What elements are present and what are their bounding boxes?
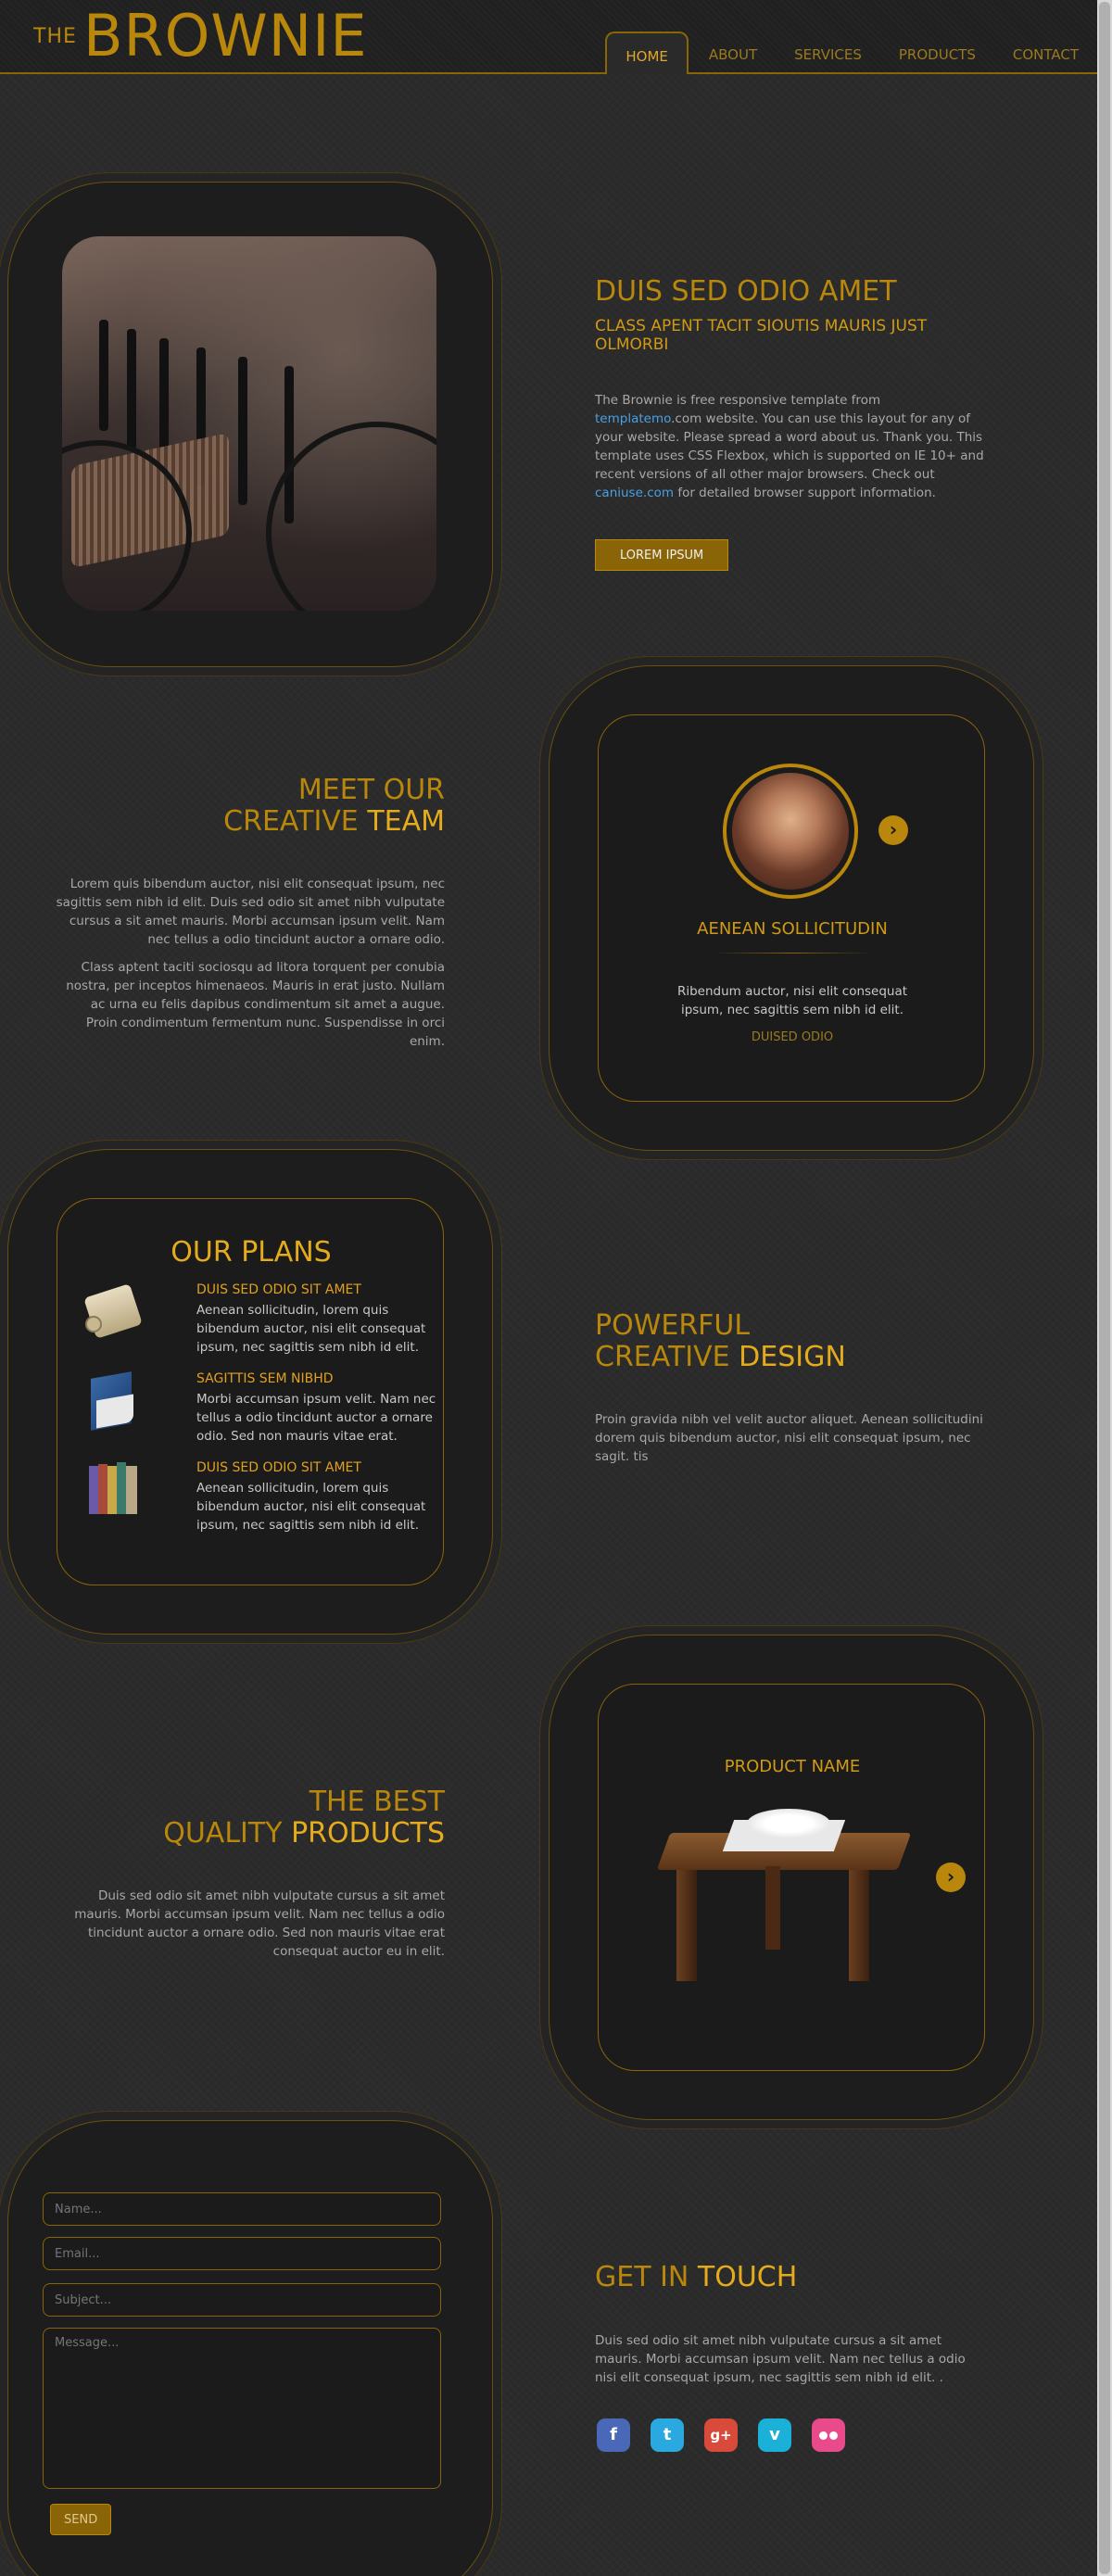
team-title-line-1: MEET OUR (297, 774, 445, 806)
contact-title: GET IN TOUCH (595, 2261, 797, 2293)
design-title-line-2a: CREATIVE (595, 1341, 739, 1373)
photo-frame (7, 182, 493, 667)
plan-title: DUIS SED ODIO SIT AMET (196, 1460, 361, 1475)
product-name: PRODUCT NAME (724, 1757, 861, 1776)
plan-item: DUIS SED ODIO SIT AMET Aenean sollicitud… (83, 1282, 437, 1366)
bicycle-photo (62, 236, 436, 611)
site-header: THE BROWNIE HOME ABOUT SERVICES PRODUCTS… (0, 0, 1097, 74)
team-title-line-2a: CREATIVE (223, 805, 368, 838)
contact-text: Duis sed odio sit amet nibh vulputate cu… (595, 2333, 966, 2385)
plan-title: DUIS SED ODIO SIT AMET (196, 1282, 361, 1297)
name-field[interactable] (43, 2192, 441, 2226)
plan-text: Aenean sollicitudin, lorem quis bibendum… (196, 1303, 426, 1355)
intro-subtitle: CLASS APENT TACIT SIOUTIS MAURIS JUST OL… (595, 317, 928, 354)
plans-card: OUR PLANS DUIS SED ODIO SIT AMET Aenean … (57, 1198, 444, 1585)
scroll-icon (83, 1282, 143, 1339)
page-scrollbar[interactable] (1097, 0, 1112, 2576)
plan-item: DUIS SED ODIO SIT AMET Aenean sollicitud… (85, 1460, 437, 1544)
google-plus-icon[interactable]: g+ (704, 2418, 738, 2452)
main-nav: HOME ABOUT SERVICES PRODUCTS CONTACT (605, 32, 1097, 74)
team-title: MEET OUR CREATIVE TEAM (74, 775, 445, 838)
templatemo-link[interactable]: templatemo (595, 411, 671, 426)
flickr-icon[interactable] (812, 2418, 845, 2452)
product-table-image (656, 1805, 914, 1990)
product-frame: PRODUCT NAME › (549, 1635, 1034, 2120)
vimeo-icon[interactable]: v (758, 2418, 791, 2452)
plans-title: OUR PLANS (171, 1236, 332, 1269)
next-member-button[interactable]: › (878, 815, 908, 845)
plan-text: Aenean sollicitudin, lorem quis bibendum… (196, 1481, 426, 1533)
nav-home[interactable]: HOME (605, 32, 689, 74)
design-title: POWERFUL CREATIVE DESIGN (595, 1310, 846, 1373)
products-title-line-1: THE BEST (309, 1786, 445, 1818)
nav-about[interactable]: ABOUT (690, 32, 776, 74)
logo-name[interactable]: BROWNIE (83, 2, 368, 69)
intro-title: DUIS SED ODIO AMET (595, 275, 897, 308)
caniuse-link[interactable]: caniuse.com (595, 486, 674, 500)
contact-title-a: GET IN (595, 2261, 698, 2293)
scrollbar-thumb[interactable] (1099, 2, 1110, 2574)
twitter-icon[interactable]: t (651, 2418, 684, 2452)
nav-services[interactable]: SERVICES (776, 32, 880, 74)
member-name: AENEAN SOLLICITUDIN (697, 919, 888, 939)
facebook-icon[interactable]: f (597, 2418, 630, 2452)
lorem-ipsum-button[interactable]: LOREM IPSUM (595, 539, 729, 571)
products-title: THE BEST QUALITY PRODUCTS (74, 1787, 445, 1850)
products-title-line-2b: PRODUCTS (291, 1817, 445, 1850)
plan-title: SAGITTIS SEM NIBHD (196, 1371, 334, 1386)
products-text: Duis sed odio sit amet nibh vulputate cu… (74, 1888, 445, 1959)
design-title-line-1: POWERFUL (595, 1309, 751, 1342)
products-title-line-2a: QUALITY (163, 1817, 292, 1850)
member-text: Ribendum auctor, nisi elit consequat ips… (676, 984, 908, 1017)
plans-frame: OUR PLANS DUIS SED ODIO SIT AMET Aenean … (7, 1149, 493, 1635)
plan-text: Morbi accumsan ipsum velit. Nam nec tell… (196, 1392, 436, 1444)
design-title-line-2b: DESIGN (739, 1341, 846, 1373)
nav-products[interactable]: PRODUCTS (880, 32, 994, 74)
team-card: › AENEAN SOLLICITUDIN Ribendum auctor, n… (598, 714, 985, 1102)
send-button[interactable]: SEND (50, 2504, 112, 2535)
subject-field[interactable] (43, 2283, 441, 2317)
contact-title-b: TOUCH (697, 2261, 798, 2293)
product-card: PRODUCT NAME › (598, 1684, 985, 2071)
team-paragraph-2: Class aptent taciti sociosqu ad litora t… (66, 960, 445, 1049)
team-frame: › AENEAN SOLLICITUDIN Ribendum auctor, n… (549, 665, 1034, 1151)
team-title-line-2b: TEAM (367, 805, 445, 838)
member-avatar (723, 764, 858, 899)
member-role: DUISED ODIO (751, 1030, 834, 1044)
design-text: Proin gravida nibh vel velit auctor aliq… (595, 1412, 983, 1464)
book-icon (85, 1371, 141, 1431)
next-product-button[interactable]: › (936, 1863, 966, 1892)
intro-text-1: The Brownie is free responsive template … (595, 393, 881, 408)
email-field[interactable] (43, 2237, 441, 2270)
message-field[interactable] (43, 2328, 441, 2489)
templatemo-link-suffix[interactable]: .com (671, 411, 701, 426)
logo-prefix[interactable]: THE (33, 25, 77, 48)
nav-contact[interactable]: CONTACT (994, 32, 1097, 74)
team-paragraph-1: Lorem quis bibendum auctor, nisi elit co… (56, 877, 445, 947)
intro-text-3: for detailed browser support information… (674, 486, 936, 500)
books-icon (85, 1460, 141, 1516)
intro-text: The Brownie is free responsive template … (595, 391, 984, 502)
plan-item: SAGITTIS SEM NIBHD Morbi accumsan ipsum … (85, 1371, 437, 1455)
